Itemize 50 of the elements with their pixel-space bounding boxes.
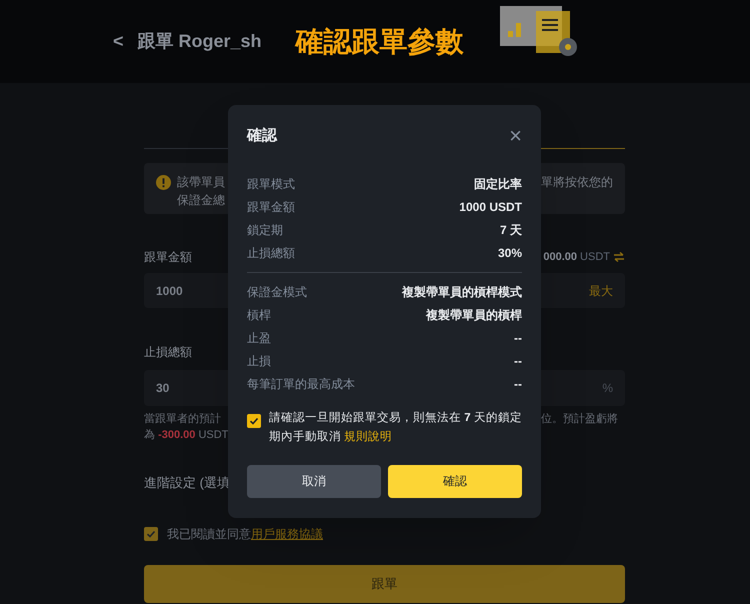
detail-value: 7 天 bbox=[500, 222, 522, 238]
notice-text: 保證金總 bbox=[177, 192, 225, 209]
trader-title: 跟單 Roger_sh bbox=[138, 30, 262, 53]
advanced-label: 進階設定 (選填 bbox=[144, 475, 230, 490]
detail-value: 複製帶單員的槓桿 bbox=[426, 306, 522, 324]
detail-value: 30% bbox=[498, 244, 522, 262]
close-button[interactable]: × bbox=[509, 125, 522, 148]
confirm-button[interactable]: 確認 bbox=[388, 464, 522, 498]
notice-text: 單將按依您的 bbox=[541, 174, 614, 191]
detail-value: -- bbox=[514, 376, 522, 392]
hint-text: 位。預計盈虧將 bbox=[541, 412, 619, 427]
back-button[interactable]: < bbox=[113, 28, 124, 55]
stop-loss-label: 止損總額 bbox=[144, 345, 192, 359]
agreement-text: 我已閱讀並同意用戶服務協議 bbox=[167, 526, 323, 543]
detail-label: 止盈 bbox=[247, 330, 271, 346]
hint-text: 為 -300.00 USDT bbox=[144, 428, 228, 443]
rules-link[interactable]: 規則說明 bbox=[344, 430, 392, 442]
warning-icon bbox=[156, 175, 171, 190]
balance-unit: USDT bbox=[580, 250, 610, 265]
detail-label: 保證金模式 bbox=[247, 284, 307, 300]
max-button[interactable]: 最大 bbox=[589, 282, 613, 300]
detail-value: -- bbox=[514, 352, 522, 370]
confirm-text: 請確認一旦開始跟單交易，則無法在 7 天的鎖定期內手動取消 規則說明 bbox=[269, 410, 522, 444]
detail-label: 跟單模式 bbox=[247, 176, 295, 192]
detail-value: 1000 USDT bbox=[459, 198, 522, 216]
amount-label: 跟單金額 bbox=[144, 249, 192, 266]
stop-loss-value: 30 bbox=[156, 380, 170, 397]
detail-value: -- bbox=[514, 330, 522, 346]
swap-icon[interactable] bbox=[613, 251, 625, 263]
detail-label: 止損 bbox=[247, 352, 271, 370]
terms-link[interactable]: 用戶服務協議 bbox=[251, 527, 323, 541]
check-icon bbox=[146, 529, 156, 539]
notice-text: 該帶單員 bbox=[177, 174, 225, 191]
detail-label: 跟單金額 bbox=[247, 198, 295, 216]
detail-value: 固定比率 bbox=[474, 176, 522, 192]
cancel-button[interactable]: 取消 bbox=[247, 464, 381, 498]
amount-value: 1000 bbox=[156, 282, 183, 300]
detail-label: 每筆訂單的最高成本 bbox=[247, 376, 355, 392]
checkbox[interactable] bbox=[247, 414, 261, 428]
detail-label: 槓桿 bbox=[247, 306, 271, 324]
detail-value: 複製帶單員的槓桿模式 bbox=[402, 284, 522, 300]
checkbox[interactable] bbox=[144, 527, 158, 541]
annotation-title: 確認跟單參數 bbox=[296, 24, 464, 58]
hint-text: 當跟單者的預計 bbox=[144, 412, 222, 427]
detail-label: 止損總額 bbox=[247, 244, 295, 262]
percent-unit: % bbox=[602, 380, 613, 397]
dialog-title: 確認 bbox=[247, 126, 277, 146]
detail-label: 鎖定期 bbox=[247, 222, 283, 238]
check-icon bbox=[249, 416, 259, 426]
balance-value: 000.00 bbox=[543, 250, 578, 265]
